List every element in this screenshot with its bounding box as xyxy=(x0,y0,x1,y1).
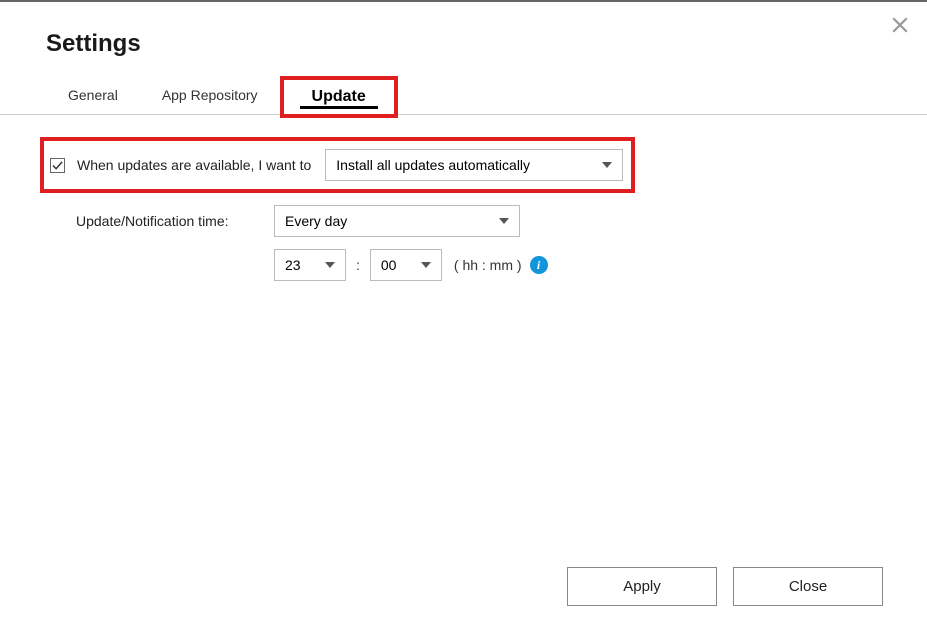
frequency-value: Every day xyxy=(285,213,347,229)
tab-update-highlight: Update xyxy=(280,76,398,118)
chevron-down-icon xyxy=(325,262,335,268)
chevron-down-icon xyxy=(602,162,612,168)
info-icon[interactable]: i xyxy=(530,256,548,274)
apply-button[interactable]: Apply xyxy=(567,567,717,606)
time-format-hint: ( hh : mm ) xyxy=(454,257,522,273)
time-colon: : xyxy=(356,257,360,273)
dialog-title: Settings xyxy=(0,2,927,76)
hour-value: 23 xyxy=(285,257,301,273)
update-action-select[interactable]: Install all updates automatically xyxy=(325,149,623,181)
notification-time-label: Update/Notification time: xyxy=(76,213,260,229)
update-action-value: Install all updates automatically xyxy=(336,157,530,173)
tab-update-label: Update xyxy=(312,88,366,105)
settings-dialog: Settings General App Repository Update W… xyxy=(0,2,927,626)
time-picker-row: 23 : 00 ( hh : mm ) i xyxy=(76,249,881,281)
update-tab-content: When updates are available, I want to In… xyxy=(0,115,927,281)
dialog-footer: Apply Close xyxy=(567,567,883,606)
minute-value: 00 xyxy=(381,257,397,273)
tab-general[interactable]: General xyxy=(46,77,140,113)
auto-update-highlight: When updates are available, I want to In… xyxy=(40,137,635,193)
chevron-down-icon xyxy=(421,262,431,268)
auto-update-checkbox[interactable] xyxy=(50,158,65,173)
frequency-select[interactable]: Every day xyxy=(274,205,520,237)
tab-app-repository[interactable]: App Repository xyxy=(140,77,280,113)
tab-update[interactable]: Update xyxy=(284,80,394,114)
notification-time-row: Update/Notification time: Every day xyxy=(76,205,881,237)
tab-active-underline xyxy=(300,106,378,109)
chevron-down-icon xyxy=(499,218,509,224)
close-button[interactable]: Close xyxy=(733,567,883,606)
auto-update-row: When updates are available, I want to In… xyxy=(46,137,881,193)
minute-select[interactable]: 00 xyxy=(370,249,442,281)
tabs: General App Repository Update xyxy=(0,76,927,115)
auto-update-label: When updates are available, I want to xyxy=(77,157,311,173)
hour-select[interactable]: 23 xyxy=(274,249,346,281)
close-icon[interactable] xyxy=(891,16,909,38)
